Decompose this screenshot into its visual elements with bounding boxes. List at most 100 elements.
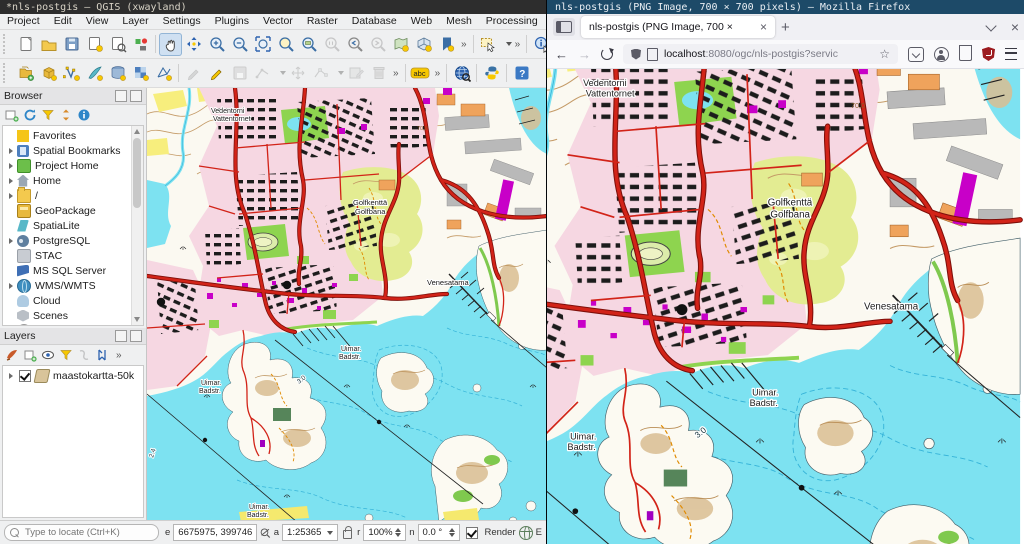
add-group-icon[interactable] (23, 348, 37, 362)
menu-mesh[interactable]: Mesh (439, 14, 479, 29)
library-icon[interactable] (958, 44, 972, 61)
layer-visibility-checkbox[interactable] (19, 369, 31, 382)
qgis-map-canvas[interactable] (147, 88, 546, 520)
magnifier-box[interactable]: 100% (363, 524, 407, 541)
tracking-protection-shield-icon[interactable] (631, 48, 641, 60)
add-postgis-layer-button[interactable] (106, 62, 129, 85)
rotation-spinner[interactable] (449, 528, 456, 537)
menu-layer[interactable]: Layer (115, 14, 155, 29)
menu-database[interactable]: Database (345, 14, 404, 29)
browser-item-cloud[interactable]: Cloud (5, 293, 131, 308)
collapse-all-icon[interactable] (59, 108, 73, 122)
add-mesh-layer-button[interactable] (152, 62, 175, 85)
zoom-to-layer-button[interactable] (297, 33, 320, 56)
reload-button[interactable] (601, 48, 613, 60)
filter-icon[interactable] (41, 108, 55, 122)
expand-collapse-icon[interactable] (95, 348, 109, 362)
style-manager-button[interactable] (129, 33, 152, 56)
firefox-titlebar[interactable]: nls-postgis (PNG Image, 700 × 700 pixels… (547, 0, 1024, 14)
panel-float-button[interactable] (115, 90, 127, 102)
toolbar-handle[interactable] (3, 34, 11, 54)
zoom-next-button[interactable] (366, 33, 389, 56)
expand-arrow[interactable] (5, 282, 16, 289)
add-feature-dropdown[interactable] (280, 71, 286, 75)
vertex-dropdown[interactable] (338, 71, 344, 75)
expand-arrow[interactable] (5, 192, 16, 199)
new-map-view-button[interactable] (389, 33, 412, 56)
properties-info-icon[interactable] (77, 108, 91, 122)
help-button[interactable]: ? (510, 62, 533, 85)
pan-map-button[interactable] (159, 32, 182, 56)
open-project-button[interactable] (37, 33, 60, 56)
browser-scrollbar[interactable] (131, 126, 143, 325)
layer-row-maastokartta[interactable]: maastokartta-50k (5, 368, 143, 383)
add-vector-layer-button[interactable] (60, 62, 83, 85)
account-icon[interactable] (934, 46, 949, 62)
menu-view[interactable]: View (79, 14, 116, 29)
zoom-last-button[interactable] (343, 33, 366, 56)
browser-item-spatial-bookmarks[interactable]: Spatial Bookmarks (5, 143, 131, 158)
firefox-content-image[interactable] (547, 69, 1024, 544)
menu-plugins[interactable]: Plugins (208, 14, 256, 29)
render-checkbox[interactable] (466, 526, 479, 539)
new-tab-button[interactable]: + (781, 19, 790, 36)
vertex-tool-button[interactable] (309, 62, 332, 85)
browser-item-mssql[interactable]: MS SQL Server (5, 263, 131, 278)
browser-item-sensorthings[interactable]: SensorThings (5, 323, 131, 325)
menu-web[interactable]: Web (404, 14, 439, 29)
browser-item-favorites[interactable]: Favorites (5, 128, 131, 143)
refresh-icon[interactable] (23, 108, 37, 122)
browser-item-stac[interactable]: STAC (5, 248, 131, 263)
pan-to-selection-button[interactable] (182, 33, 205, 56)
layout-manager-button[interactable] (106, 33, 129, 56)
coordinate-box[interactable]: 6675975, 399746 (173, 524, 258, 541)
python-console-button[interactable] (480, 62, 503, 85)
filter-legend-icon[interactable] (59, 348, 73, 362)
toggle-editing-button[interactable] (205, 62, 228, 85)
manage-visibility-icon[interactable] (41, 348, 55, 362)
menu-processing[interactable]: Processing (479, 14, 545, 29)
panel-float-button[interactable] (115, 330, 127, 342)
page-info-icon[interactable] (647, 47, 658, 61)
expand-arrow[interactable] (5, 237, 16, 244)
panel-close-button[interactable] (130, 330, 142, 342)
qgis-titlebar[interactable]: *nls-postgis — QGIS (xwayland) (0, 0, 546, 14)
select-features-button[interactable] (477, 33, 500, 56)
expand-arrow[interactable] (5, 162, 16, 169)
rotation-box[interactable]: 0.0 ° (417, 524, 461, 541)
browser-item-scenes[interactable]: Scenes (5, 308, 131, 323)
menu-raster[interactable]: Raster (300, 14, 345, 29)
layer-styling-icon[interactable] (5, 348, 19, 362)
menu-hamburger-icon[interactable] (1005, 48, 1017, 60)
browser-item-project-home[interactable]: Project Home (5, 158, 131, 173)
panel-close-button[interactable] (130, 90, 142, 102)
panel-overflow[interactable]: » (113, 350, 125, 361)
expand-arrow[interactable] (5, 147, 16, 154)
add-raster-layer-button[interactable] (129, 62, 152, 85)
metasearch-button[interactable] (450, 62, 473, 85)
locate-input[interactable] (23, 526, 137, 539)
current-edits-button[interactable] (182, 62, 205, 85)
save-project-button[interactable] (60, 33, 83, 56)
back-button[interactable]: ← (555, 47, 568, 62)
toolbar-overflow[interactable]: » (432, 68, 444, 79)
toolbar-overflow[interactable]: » (458, 39, 470, 50)
firefox-view-icon[interactable] (553, 18, 575, 36)
new-3d-map-view-button[interactable] (412, 33, 435, 56)
move-feature-button[interactable] (286, 62, 309, 85)
menu-settings[interactable]: Settings (156, 14, 208, 29)
zoom-to-selection-button[interactable] (274, 33, 297, 56)
new-project-button[interactable] (14, 33, 37, 56)
magnifier-lock-icon[interactable] (343, 526, 353, 539)
browser-item-spatialite[interactable]: SpatiaLite (5, 218, 131, 233)
menu-edit[interactable]: Edit (47, 14, 79, 29)
delete-selected-button[interactable] (367, 62, 390, 85)
zoom-full-button[interactable] (251, 33, 274, 56)
browser-item-wms[interactable]: WMS/WMTS (5, 278, 131, 293)
spatial-bookmarks-button[interactable] (435, 33, 458, 56)
bookmark-star-icon[interactable]: ☆ (879, 47, 890, 61)
add-geopackage-layer-button[interactable] (37, 62, 60, 85)
crs-globe-icon[interactable] (518, 525, 533, 540)
tab-close-icon[interactable]: × (760, 20, 767, 34)
new-print-layout-button[interactable] (83, 33, 106, 56)
